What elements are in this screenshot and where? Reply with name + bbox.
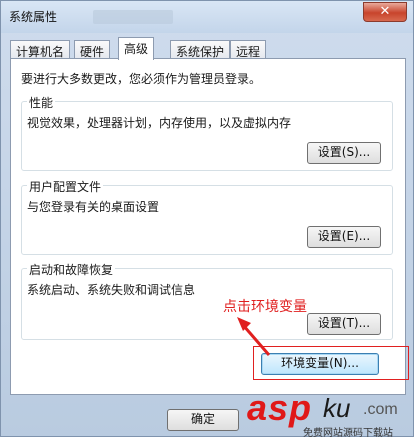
tab-advanced[interactable]: 高级 — [118, 37, 155, 60]
user-profiles-settings-button[interactable]: 设置(E)... — [307, 226, 381, 248]
blurred-title-area — [93, 10, 173, 24]
ok-button[interactable]: 确定 — [167, 409, 239, 431]
tab-remote[interactable]: 远程 — [230, 40, 267, 59]
close-button[interactable]: ✕ — [363, 2, 407, 22]
watermark-asp: asp — [247, 387, 313, 428]
system-properties-window: 系统属性 ✕ 计算机名 硬件 高级 系统保护 远程 要进行大多数更改，您必须作为… — [0, 0, 414, 437]
user-profiles-description: 与您登录有关的桌面设置 — [27, 200, 160, 214]
watermark-tagline: 免费网站源码下载站 — [303, 428, 393, 437]
user-profiles-group: 用户配置文件 与您登录有关的桌面设置 设置(E)... — [21, 178, 393, 255]
startup-recovery-settings-button[interactable]: 设置(T)... — [307, 313, 381, 335]
tab-hardware[interactable]: 硬件 — [74, 40, 111, 59]
tab-system-protection[interactable]: 系统保护 — [170, 40, 231, 59]
performance-title: 性能 — [27, 94, 56, 111]
annotation-arrow-icon — [237, 317, 271, 356]
title-bar[interactable]: 系统属性 ✕ — [1, 1, 413, 33]
user-profiles-title: 用户配置文件 — [27, 178, 104, 195]
tab-computer-name[interactable]: 计算机名 — [10, 40, 71, 59]
watermark-ku: ku — [323, 393, 351, 423]
annotation-highlight-box — [253, 346, 409, 380]
window-title: 系统属性 — [9, 10, 58, 24]
startup-recovery-description: 系统启动、系统失败和调试信息 — [27, 283, 196, 297]
performance-settings-button[interactable]: 设置(S)... — [307, 142, 381, 164]
startup-recovery-title: 启动和故障恢复 — [27, 261, 116, 278]
performance-description: 视觉效果，处理器计划，内存使用，以及虚拟内存 — [27, 116, 292, 130]
aspku-watermark: asp ku .com 免费网站源码下载站 — [247, 387, 414, 437]
tab-strip: 计算机名 硬件 高级 系统保护 远程 — [10, 37, 406, 60]
startup-recovery-group: 启动和故障恢复 系统启动、系统失败和调试信息 设置(T)... — [21, 261, 393, 340]
watermark-domain: .com — [363, 401, 398, 418]
performance-group: 性能 视觉效果，处理器计划，内存使用，以及虚拟内存 设置(S)... — [21, 94, 393, 171]
admin-note: 要进行大多数更改，您必须作为管理员登录。 — [21, 72, 262, 86]
